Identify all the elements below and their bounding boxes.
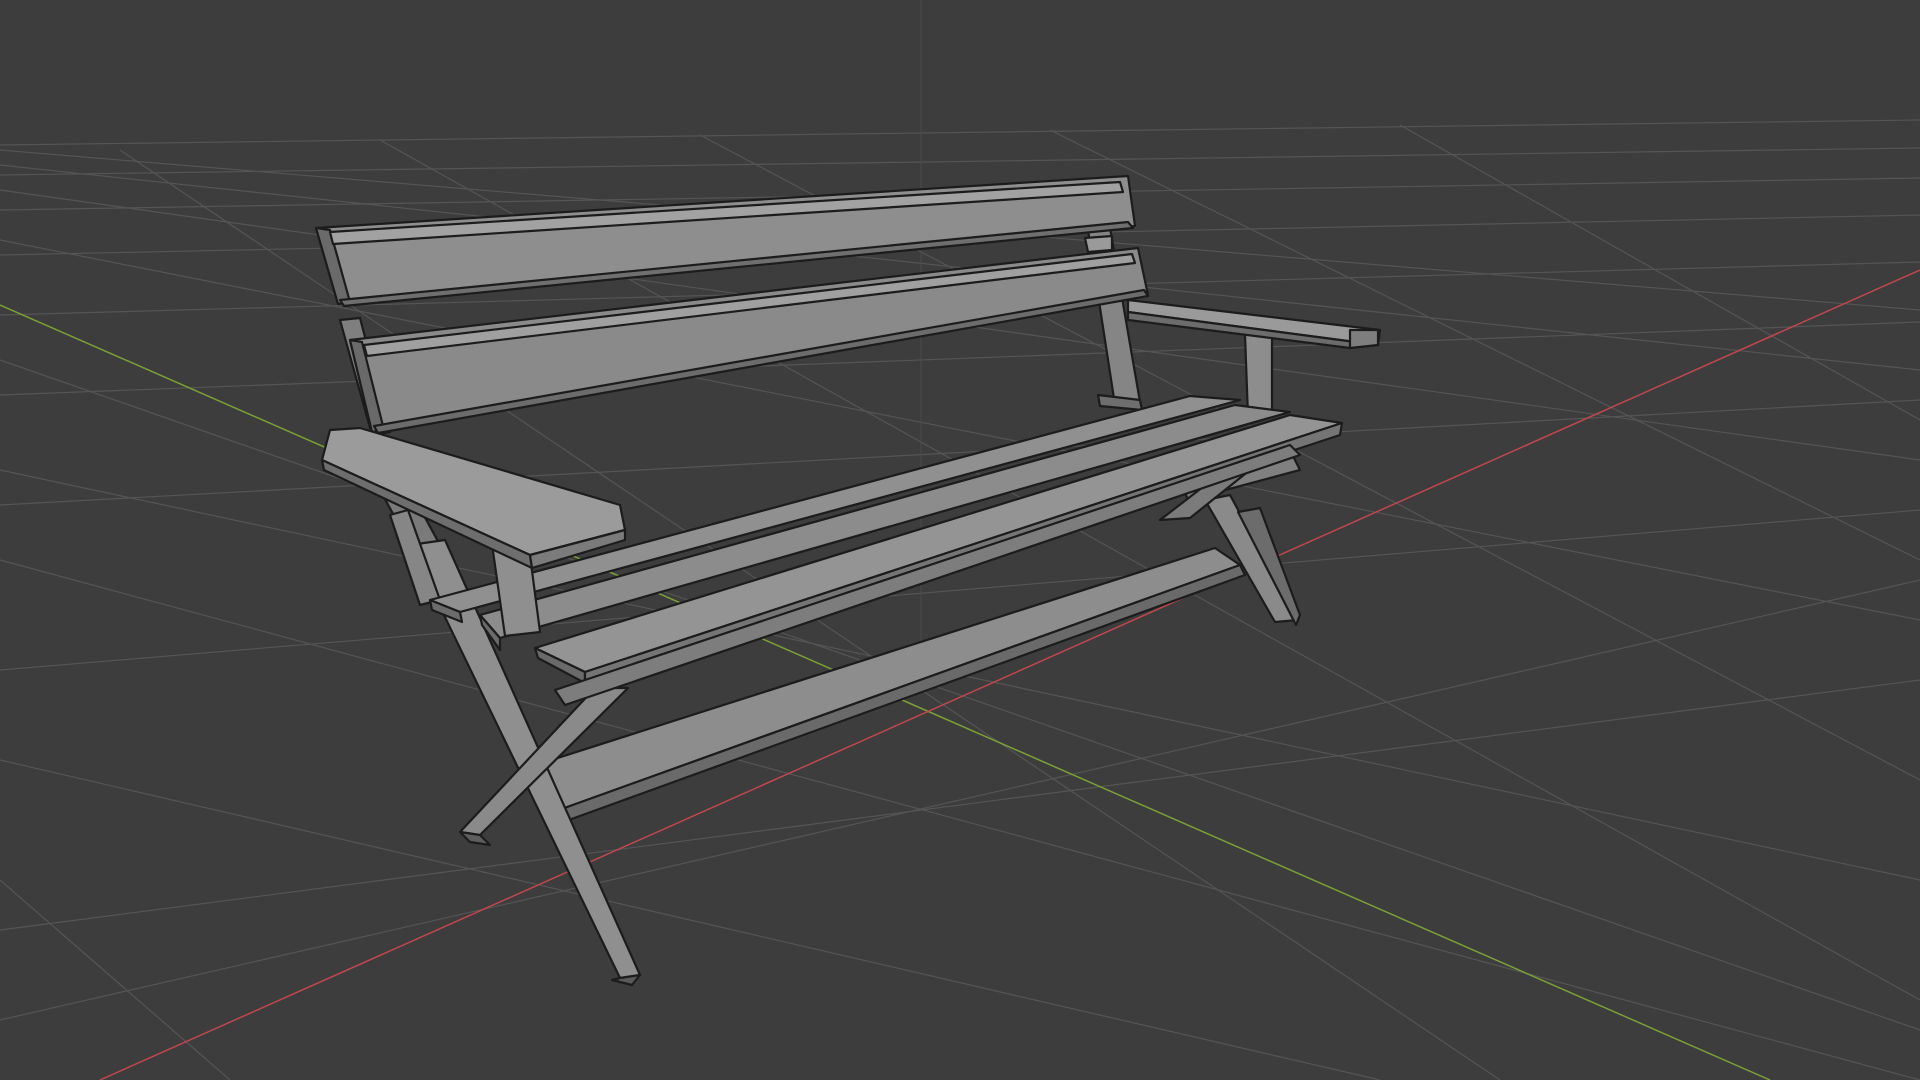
left-armrest[interactable] bbox=[320, 426, 627, 570]
bench-model[interactable] bbox=[314, 174, 1382, 987]
right-armrest-support[interactable] bbox=[1243, 330, 1274, 418]
floor-grid bbox=[0, 119, 1920, 1080]
3d-viewport[interactable] bbox=[0, 0, 1920, 1080]
back-connector-right[interactable] bbox=[1083, 234, 1114, 254]
viewport-canvas[interactable] bbox=[0, 0, 1920, 1080]
